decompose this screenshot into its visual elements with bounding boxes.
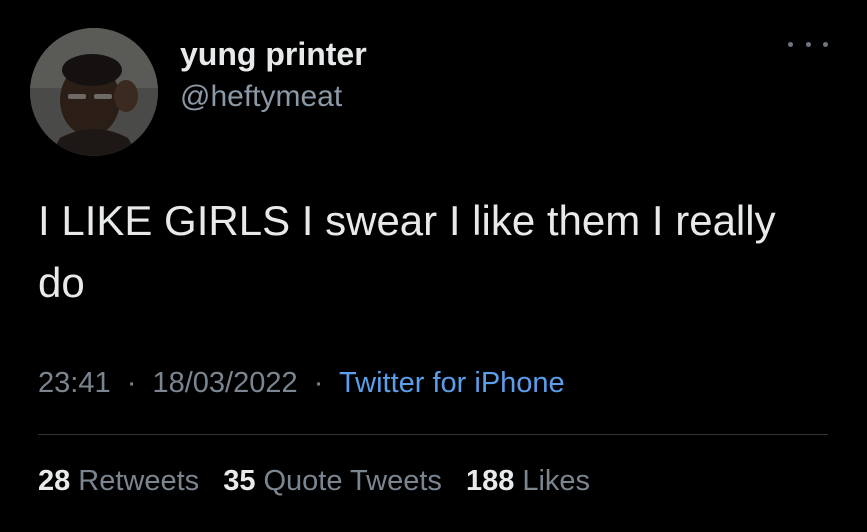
tweet-text: I LIKE GIRLS I swear I like them I reall… (38, 197, 776, 306)
retweets-stat[interactable]: 28 Retweets (38, 465, 199, 497)
meta-separator: · (305, 367, 332, 399)
more-dot (823, 41, 828, 47)
more-dot (805, 41, 811, 47)
tweet-metadata: 23:41 · 18/03/2022 · Twitter for iPhone (38, 367, 565, 400)
user-handle[interactable]: @heftymeat (180, 80, 342, 114)
display-name[interactable]: yung printer (180, 36, 367, 73)
more-horizontal-icon[interactable] (788, 34, 828, 54)
retweets-label: Retweets (78, 465, 200, 497)
retweets-count: 28 (38, 465, 71, 497)
divider (38, 434, 828, 435)
likes-count: 188 (465, 465, 515, 497)
quote-tweets-stat[interactable]: 35 Quote Tweets (223, 465, 442, 497)
likes-label: Likes (522, 465, 591, 497)
meta-separator: · (118, 367, 145, 399)
tweet-time[interactable]: 23:41 (38, 367, 111, 399)
tweet-source-link[interactable]: Twitter for iPhone (339, 367, 565, 399)
tweet-card: yung printer @heftymeat I LIKE GIRLS I s… (0, 0, 867, 532)
more-dot (788, 41, 793, 47)
quote-tweets-count: 35 (223, 465, 256, 497)
avatar-photo (30, 28, 158, 156)
likes-stat[interactable]: 188 Likes (466, 465, 590, 497)
quote-tweets-label: Quote Tweets (263, 465, 442, 497)
tweet-date[interactable]: 18/03/2022 (152, 367, 297, 399)
tweet-stats: 28 Retweets 35 Quote Tweets 188 Likes (38, 465, 606, 498)
avatar[interactable] (30, 28, 158, 156)
